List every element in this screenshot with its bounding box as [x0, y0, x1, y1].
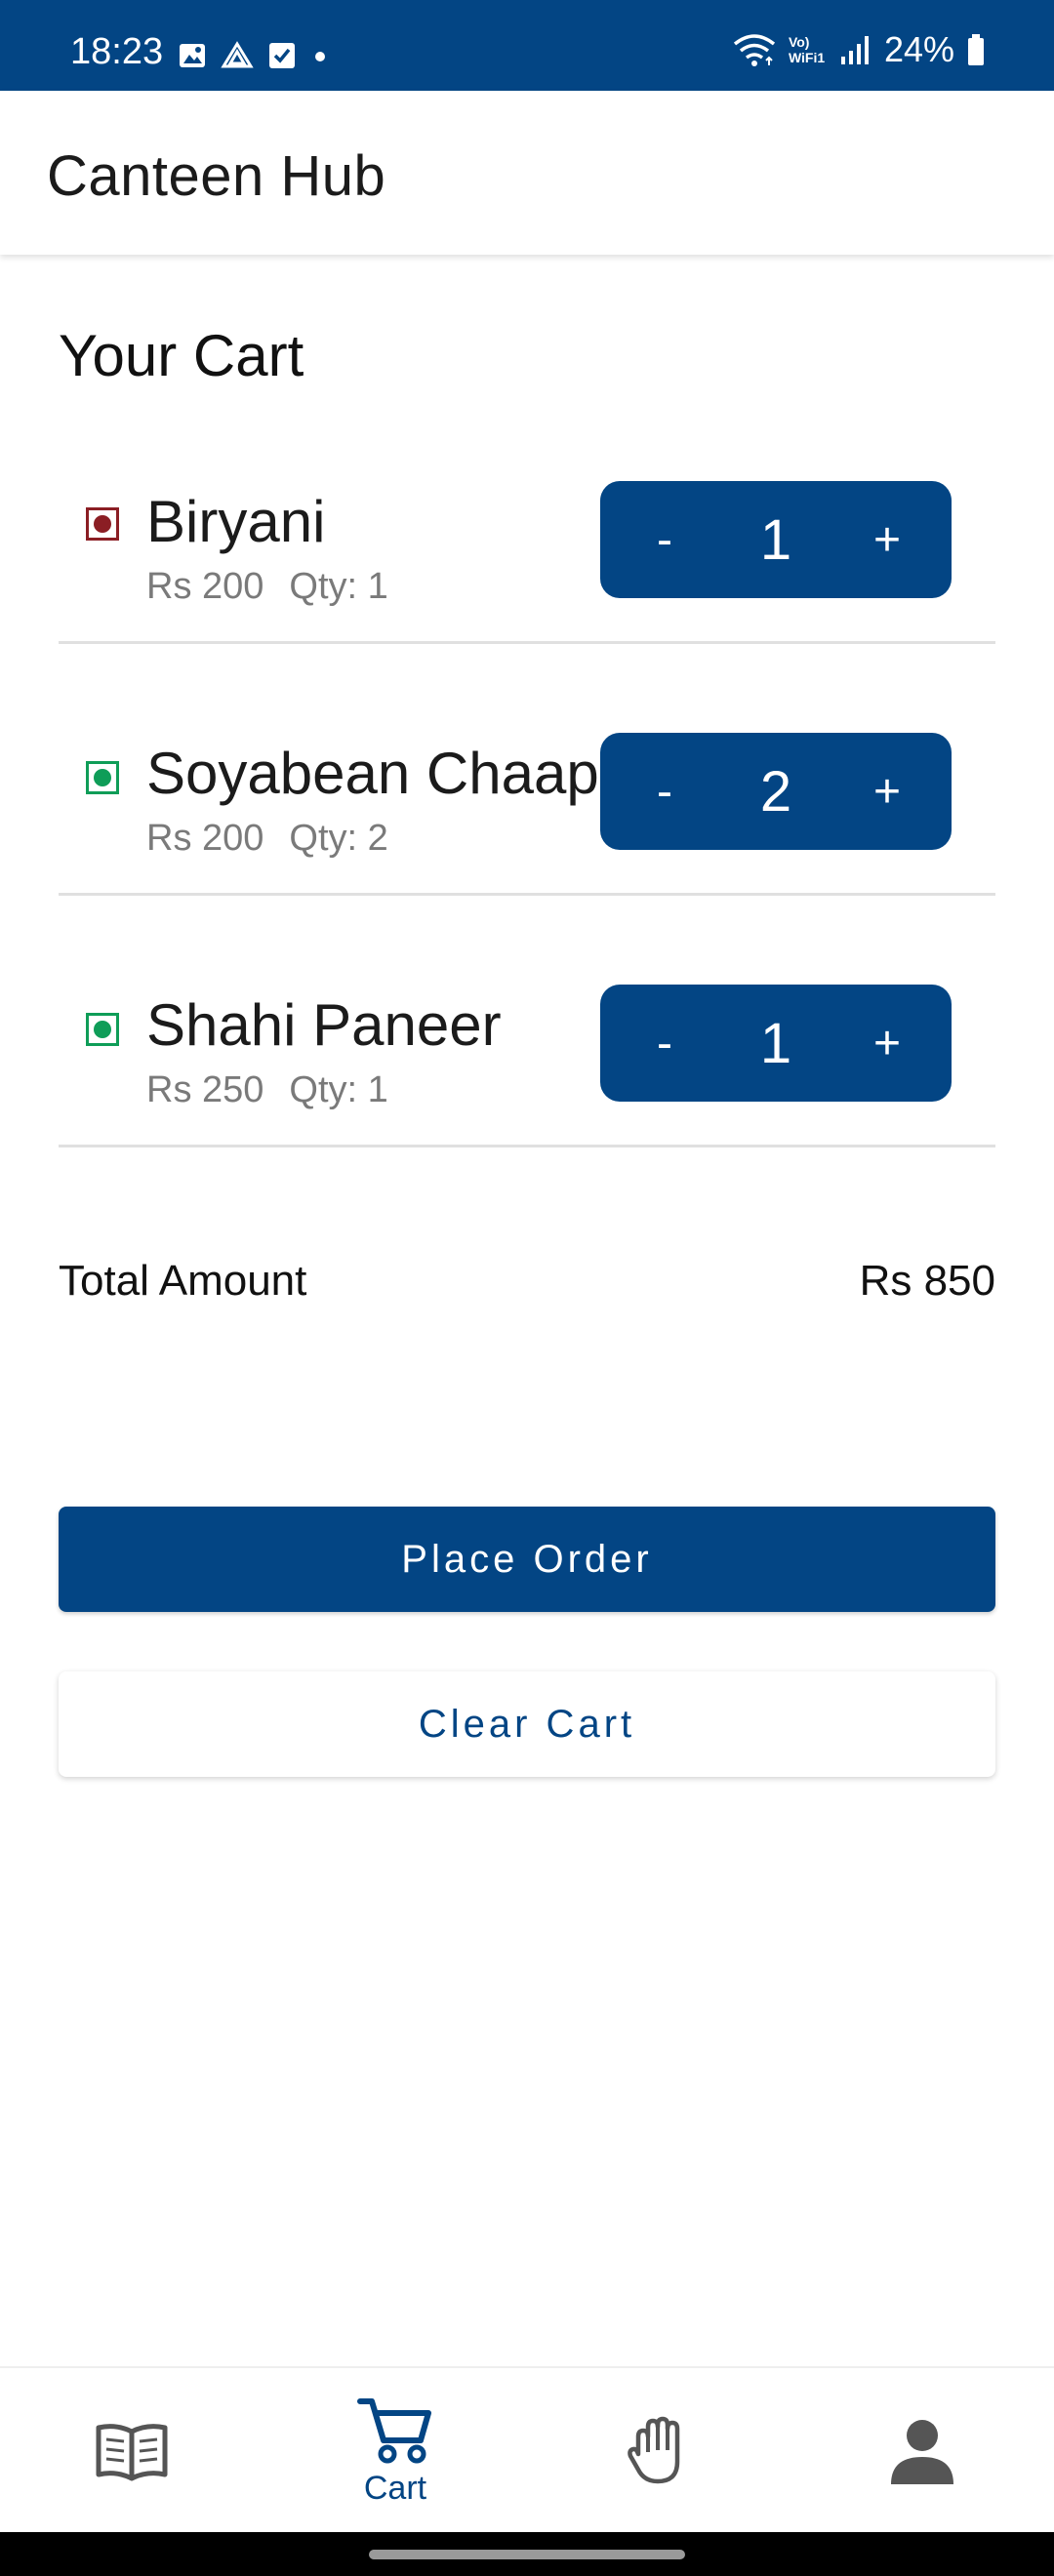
- veg-icon: [86, 1013, 119, 1046]
- system-icons: Vo) WiFi1 24%: [732, 32, 986, 67]
- cart-icon: [357, 2397, 431, 2463]
- cart-item: Shahi Paneer Rs 250 Qty: 1 - 1 +: [59, 894, 995, 1147]
- dot-icon: [315, 52, 325, 61]
- item-meta: Rs 250 Qty: 1: [146, 1069, 388, 1111]
- decrement-button[interactable]: -: [641, 1017, 688, 1070]
- decrement-button[interactable]: -: [641, 513, 688, 567]
- home-indicator[interactable]: [369, 2550, 685, 2559]
- place-order-button[interactable]: Place Order: [59, 1507, 995, 1612]
- signal-icon: [840, 36, 869, 64]
- increment-button[interactable]: +: [864, 513, 911, 567]
- battery-icon: [968, 34, 984, 65]
- nav-item-orders[interactable]: [527, 2368, 790, 2534]
- quantity-value: 2: [759, 759, 792, 824]
- menu-book-icon: [96, 2424, 168, 2481]
- item-qty: Qty: 1: [289, 1069, 388, 1110]
- quantity-value: 1: [759, 507, 792, 572]
- quantity-value: 1: [759, 1011, 792, 1075]
- item-qty: Qty: 1: [289, 566, 388, 607]
- nav-item-menu[interactable]: [0, 2368, 264, 2534]
- status-time: 18:23: [70, 31, 164, 72]
- nav-item-cart[interactable]: Cart: [264, 2368, 527, 2534]
- item-price: Rs 250: [146, 1069, 264, 1110]
- total-label: Total Amount: [59, 1257, 307, 1305]
- item-name: Shahi Paneer: [146, 992, 502, 1058]
- nav-item-profile[interactable]: [790, 2368, 1054, 2534]
- page-title: Your Cart: [59, 323, 304, 388]
- hand-icon: [628, 2416, 680, 2484]
- quantity-stepper: - 2 +: [600, 733, 952, 850]
- app-title: Canteen Hub: [47, 144, 386, 208]
- cart-item: Soyabean Chaap Rs 200 Qty: 2 - 2 +: [59, 642, 995, 896]
- clear-cart-button[interactable]: Clear Cart: [59, 1671, 995, 1777]
- increment-button[interactable]: +: [864, 765, 911, 819]
- quantity-stepper: - 1 +: [600, 985, 952, 1102]
- item-price: Rs 200: [146, 566, 264, 607]
- drive-icon: [221, 41, 254, 68]
- decrement-button[interactable]: -: [641, 765, 688, 819]
- gallery-icon: [180, 44, 205, 67]
- battery-percent: 24%: [883, 29, 954, 69]
- quantity-stepper: - 1 +: [600, 481, 952, 598]
- total-value: Rs 850: [859, 1257, 995, 1305]
- checkbox-icon: [269, 43, 295, 68]
- item-meta: Rs 200 Qty: 2: [146, 818, 388, 860]
- notification-icons: [178, 41, 330, 70]
- item-name: Soyabean Chaap: [146, 741, 599, 806]
- wifi-icon: [733, 34, 776, 66]
- gesture-bar: [0, 2532, 1054, 2576]
- volte-label: Vo) WiFi1: [788, 34, 826, 65]
- item-meta: Rs 200 Qty: 1: [146, 566, 388, 608]
- veg-icon: [86, 761, 119, 794]
- increment-button[interactable]: +: [864, 1017, 911, 1070]
- profile-icon: [891, 2420, 953, 2484]
- cart-item: Biryani Rs 200 Qty: 1 - 1 +: [59, 390, 995, 644]
- bottom-navigation: Cart: [0, 2366, 1054, 2532]
- item-price: Rs 200: [146, 818, 264, 859]
- item-name: Biryani: [146, 489, 326, 554]
- non-veg-icon: [86, 507, 119, 541]
- item-qty: Qty: 2: [289, 818, 388, 859]
- nav-label-cart: Cart: [363, 2469, 427, 2507]
- app-bar: Canteen Hub: [0, 91, 1054, 255]
- status-bar: 18:23 Vo) WiFi1 24%: [0, 0, 1054, 91]
